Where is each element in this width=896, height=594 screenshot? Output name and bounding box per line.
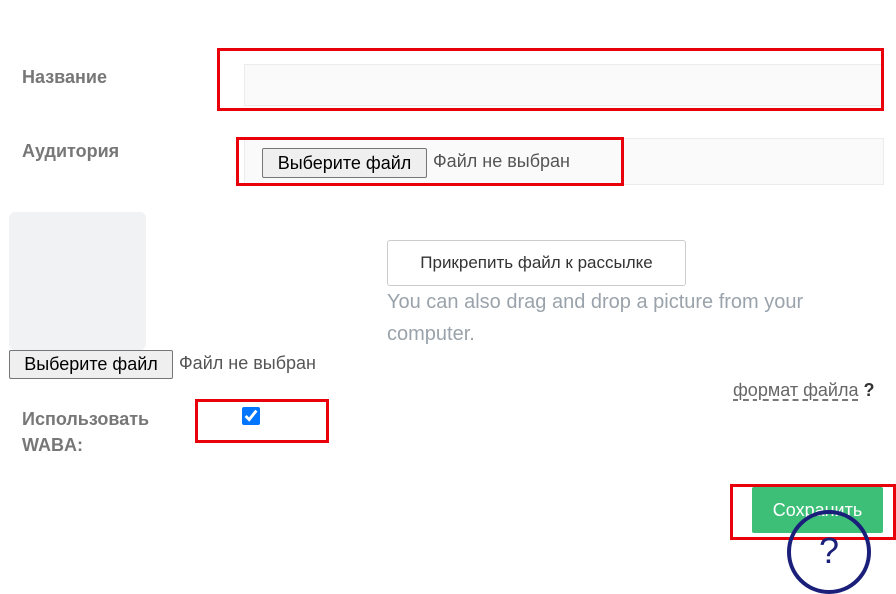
waba-label-line1: Использовать [22, 409, 150, 429]
file-format-help-icon[interactable]: ? [863, 380, 874, 400]
audience-label: Аудитория [22, 141, 120, 161]
help-question-icon: ? [818, 530, 840, 571]
name-label: Название [22, 67, 107, 87]
waba-label-line2: WABA: [22, 435, 83, 455]
name-input-highlight [217, 48, 884, 111]
image-file-button[interactable]: Выберите файл [9, 350, 173, 379]
waba-checkbox-highlight [195, 399, 329, 443]
waba-label: Использовать WABA: [22, 406, 149, 458]
image-preview [9, 212, 146, 350]
audience-file-highlight [236, 137, 624, 186]
attach-file-button[interactable]: Прикрепить файл к рассылке [387, 240, 686, 286]
file-format-link[interactable]: формат файла [733, 380, 858, 400]
help-button[interactable]: ? [787, 510, 871, 594]
drag-drop-hint: You can also drag and drop a picture fro… [387, 291, 804, 345]
image-file-status: Файл не выбран [179, 353, 316, 373]
